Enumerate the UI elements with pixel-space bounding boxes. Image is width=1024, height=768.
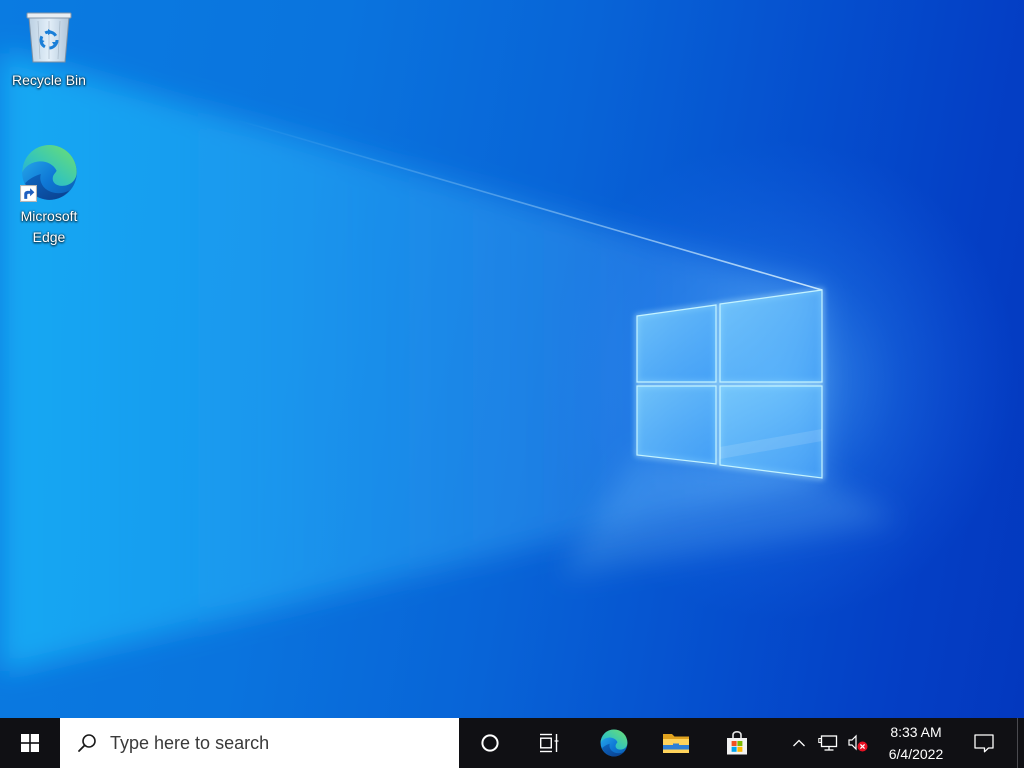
edge-icon[interactable] — [599, 728, 629, 758]
taskbar-search-box[interactable]: Type here to search — [60, 718, 459, 768]
taskbar-app-file-explorer[interactable] — [646, 718, 706, 768]
network-icon[interactable] — [818, 733, 840, 753]
network-button[interactable] — [814, 718, 844, 768]
taskbar-app-microsoft-store[interactable] — [707, 718, 767, 768]
windows-logo-pane — [636, 385, 717, 465]
desktop-icon-label: Recycle Bin — [12, 72, 86, 88]
windows-logo-pane — [719, 289, 823, 383]
shortcut-arrow-icon — [20, 185, 37, 202]
taskbar-clock[interactable]: 8:33 AM 6/4/2022 — [876, 718, 956, 768]
clock-date[interactable]: 6/4/2022 — [889, 743, 944, 765]
desktop-icon-recycle-bin[interactable]: Recycle Bin — [0, 0, 98, 96]
show-hidden-icons-button[interactable] — [786, 718, 812, 768]
windows-logo-pane — [636, 304, 717, 383]
start-button[interactable] — [0, 718, 60, 768]
taskbar-app-edge[interactable] — [584, 718, 644, 768]
desktop-icon-label: Microsoft Edge — [20, 208, 78, 245]
cortana-button[interactable] — [460, 718, 520, 768]
volume-muted-icon[interactable] — [847, 733, 869, 753]
clock-time[interactable]: 8:33 AM — [890, 721, 941, 743]
volume-button[interactable] — [844, 718, 872, 768]
chevron-up-icon[interactable] — [792, 737, 806, 749]
task-view-icon[interactable] — [538, 732, 560, 754]
cortana-circle-icon[interactable] — [480, 733, 500, 753]
desktop-icon-microsoft-edge[interactable]: Microsoft Edge — [0, 138, 98, 250]
recycle-bin-icon[interactable] — [24, 8, 74, 64]
action-center-button[interactable] — [962, 718, 1006, 768]
microsoft-store-icon[interactable] — [724, 730, 750, 756]
action-center-icon[interactable] — [973, 733, 995, 753]
search-icon[interactable] — [77, 733, 97, 753]
desktop[interactable]: Recycle Bin Microsoft Edge — [0, 0, 1024, 718]
search-placeholder[interactable]: Type here to search — [110, 718, 269, 768]
taskbar: Type here to search 8:33 AM 6/4/2022 — [0, 718, 1024, 768]
windows-start-icon[interactable] — [21, 734, 39, 752]
show-desktop-button[interactable] — [1017, 718, 1024, 768]
desktop-icon-glyph[interactable] — [19, 142, 80, 203]
task-view-button[interactable] — [519, 718, 579, 768]
file-explorer-icon[interactable] — [662, 731, 690, 755]
wallpaper — [0, 51, 1024, 673]
